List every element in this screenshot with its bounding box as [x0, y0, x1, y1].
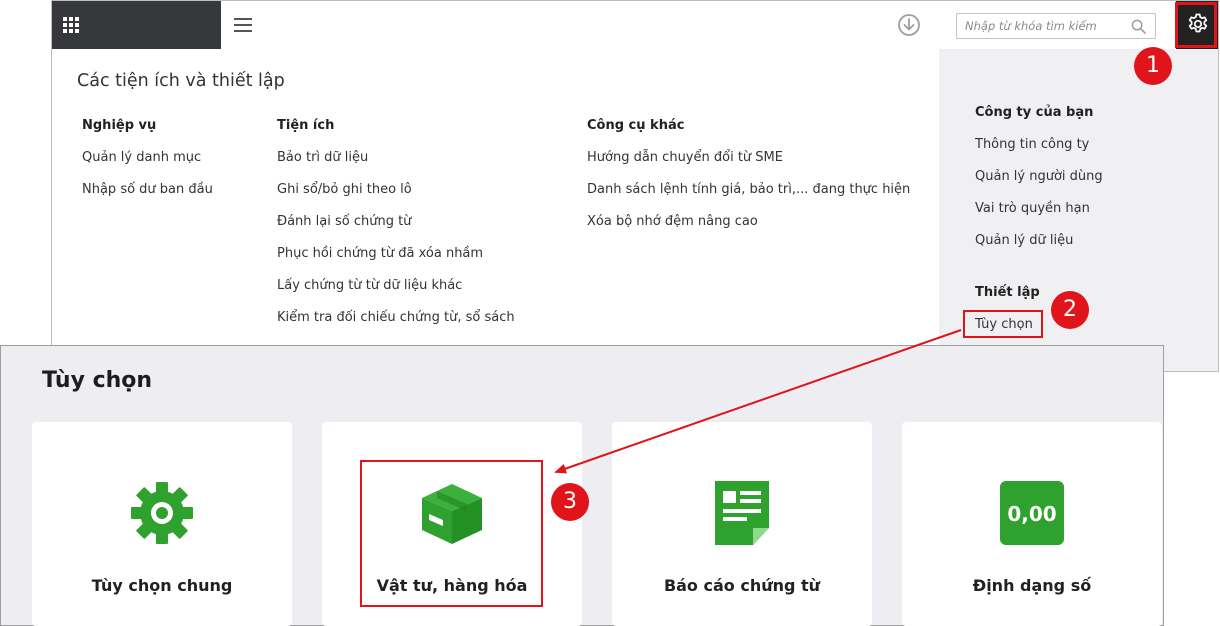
card-number-format[interactable]: 0,00 Định dạng số	[902, 422, 1162, 626]
card-voucher-reports[interactable]: Báo cáo chứng từ	[612, 422, 872, 626]
gear-icon	[131, 482, 193, 544]
link-manage-data[interactable]: Quản lý dữ liệu	[975, 233, 1073, 248]
callout-step-3: 3	[551, 483, 589, 521]
column-other-tools: Công cụ khác Hướng dẫn chuyển đổi từ SME…	[587, 118, 910, 246]
link-batch-posting[interactable]: Ghi sổ/bỏ ghi theo lô	[277, 182, 515, 202]
card-label: Tùy chọn chung	[91, 576, 233, 595]
number-format-badge: 0,00	[1007, 502, 1056, 526]
materials-card-highlight-box	[360, 460, 543, 607]
column-heading: Nghiệp vụ	[82, 118, 157, 133]
link-company-info[interactable]: Thông tin công ty	[975, 137, 1089, 152]
column-utilities: Tiện ích Bảo trì dữ liệu Ghi sổ/bỏ ghi t…	[277, 118, 515, 342]
hamburger-menu-icon[interactable]	[234, 17, 252, 33]
callout-step-2: 2	[1051, 291, 1089, 329]
card-general-options[interactable]: Tùy chọn chung	[32, 422, 292, 626]
link-renumber-vouchers[interactable]: Đánh lại số chứng từ	[277, 214, 515, 234]
top-bar	[52, 1, 1218, 49]
link-sme-conversion-guide[interactable]: Hướng dẫn chuyển đổi từ SME	[587, 150, 910, 170]
link-data-maintenance[interactable]: Bảo trì dữ liệu	[277, 150, 515, 170]
link-import-vouchers[interactable]: Lấy chứng từ từ dữ liệu khác	[277, 278, 515, 298]
options-window: Tùy chọn Tùy chọn chung Vật tư, hàng hóa…	[0, 345, 1164, 626]
apps-menu-button[interactable]	[52, 1, 221, 49]
options-title: Tùy chọn	[42, 368, 153, 393]
company-heading: Công ty của bạn	[975, 105, 1094, 120]
link-restore-deleted[interactable]: Phục hồi chứng từ đã xóa nhầm	[277, 246, 515, 266]
column-operations: Nghiệp vụ Quản lý danh mục Nhập số dư ba…	[82, 118, 213, 214]
link-manage-categories[interactable]: Quản lý danh mục	[82, 150, 213, 170]
column-heading: Công cụ khác	[587, 118, 685, 133]
link-roles-permissions[interactable]: Vai trò quyền hạn	[975, 201, 1090, 216]
utilities-window: Các tiện ích và thiết lập Nghiệp vụ Quản…	[51, 0, 1219, 372]
utilities-title: Các tiện ích và thiết lập	[77, 71, 285, 91]
search-icon[interactable]	[1131, 19, 1146, 34]
link-reconcile-books[interactable]: Kiểm tra đối chiếu chứng từ, sổ sách	[277, 310, 515, 330]
document-icon	[715, 481, 769, 545]
callout-step-1: 1	[1134, 47, 1172, 85]
card-label: Báo cáo chứng từ	[663, 576, 821, 595]
options-highlight-box	[963, 310, 1043, 338]
settings-highlight-box	[1175, 2, 1217, 48]
settings-heading: Thiết lập	[975, 285, 1040, 300]
number-format-icon: 0,00	[1000, 481, 1064, 545]
link-running-jobs[interactable]: Danh sách lệnh tính giá, bảo trì,... đan…	[587, 182, 910, 202]
apps-grid-icon	[63, 17, 79, 33]
column-heading: Tiện ích	[277, 118, 335, 133]
download-icon[interactable]	[897, 13, 921, 37]
card-label: Định dạng số	[972, 576, 1092, 595]
link-manage-users[interactable]: Quản lý người dùng	[975, 169, 1103, 184]
screenshot-stage: Các tiện ích và thiết lập Nghiệp vụ Quản…	[0, 0, 1220, 626]
search-input[interactable]	[965, 18, 1125, 34]
search-box[interactable]	[956, 13, 1156, 39]
link-clear-cache[interactable]: Xóa bộ nhớ đệm nâng cao	[587, 214, 910, 234]
link-opening-balance[interactable]: Nhập số dư ban đầu	[82, 182, 213, 202]
